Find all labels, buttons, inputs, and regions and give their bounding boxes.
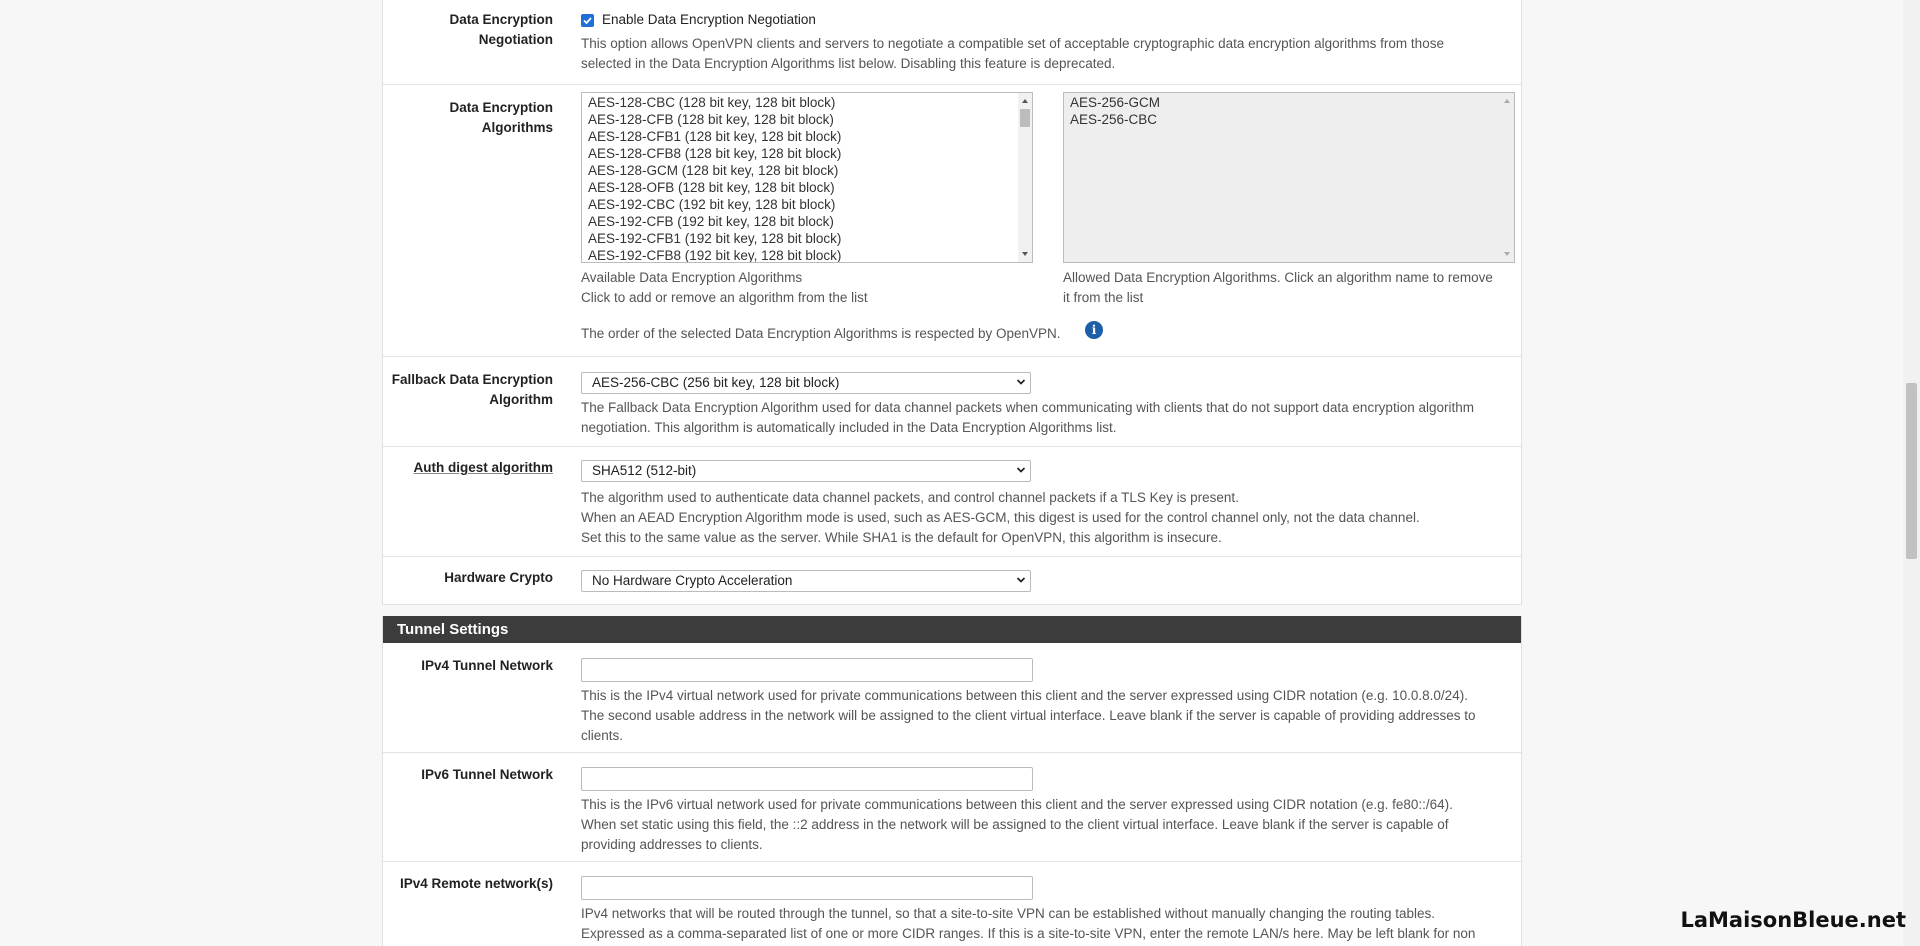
fallback-algorithm-value: AES-256-CBC (256 bit key, 128 bit block) xyxy=(592,375,840,390)
label-fallback-algorithm: Fallback Data Encryption Algorithm xyxy=(391,372,553,407)
allowed-algorithms-items: AES-256-GCM AES-256-CBC xyxy=(1070,94,1160,128)
settings-panel: Data Encryption Negotiation Enable Data … xyxy=(382,0,1522,946)
chevron-down-icon xyxy=(1016,577,1026,583)
ipv6-tunnel-input[interactable] xyxy=(581,767,1033,791)
hardware-crypto-value: No Hardware Crypto Acceleration xyxy=(592,573,793,588)
available-algorithm-option[interactable]: AES-128-GCM (128 bit key, 128 bit block) xyxy=(588,162,841,179)
algorithm-order-note: The order of the selected Data Encryptio… xyxy=(581,326,1061,341)
auth-digest-help: The algorithm used to authenticate data … xyxy=(581,490,1420,545)
hardware-crypto-select[interactable]: No Hardware Crypto Acceleration xyxy=(581,570,1031,592)
label-ipv6-tunnel: IPv6 Tunnel Network xyxy=(421,767,553,782)
label-ipv4-remote: IPv4 Remote network(s) xyxy=(399,876,553,891)
row-hardware-crypto: Hardware Crypto No Hardware Crypto Accel… xyxy=(383,556,1521,605)
auth-digest-select[interactable]: SHA512 (512-bit) xyxy=(581,460,1031,482)
ipv6-tunnel-help: This is the IPv6 virtual network used fo… xyxy=(581,797,1453,852)
allowed-algorithm-option[interactable]: AES-256-GCM xyxy=(1070,94,1160,111)
ipv4-remote-help: IPv4 networks that will be routed throug… xyxy=(581,906,1476,941)
label-ipv4-tunnel: IPv4 Tunnel Network xyxy=(421,658,553,673)
page-scroll-thumb[interactable] xyxy=(1906,383,1917,559)
page-scrollbar[interactable] xyxy=(1903,0,1920,946)
available-list-scrollbar[interactable] xyxy=(1018,93,1032,262)
ipv4-remote-input[interactable] xyxy=(581,876,1033,900)
available-algorithms-list[interactable]: AES-128-CBC (128 bit key, 128 bit block)… xyxy=(581,92,1033,263)
available-algorithms-items: AES-128-CBC (128 bit key, 128 bit block)… xyxy=(588,94,841,262)
available-algorithm-option[interactable]: AES-128-OFB (128 bit key, 128 bit block) xyxy=(588,179,841,196)
section-title-tunnel-settings: Tunnel Settings xyxy=(383,616,1521,643)
allowed-algorithm-option[interactable]: AES-256-CBC xyxy=(1070,111,1160,128)
label-auth-digest[interactable]: Auth digest algorithm xyxy=(383,458,554,478)
scroll-thumb[interactable] xyxy=(1020,109,1030,127)
available-algorithm-option[interactable]: AES-128-CBC (128 bit key, 128 bit block) xyxy=(588,94,841,111)
row-auth-digest: Auth digest algorithm SHA512 (512-bit) T… xyxy=(383,446,1521,557)
chevron-down-icon xyxy=(1016,379,1026,385)
available-algorithm-option[interactable]: AES-128-CFB (128 bit key, 128 bit block) xyxy=(588,111,841,128)
row-ipv4-tunnel: IPv4 Tunnel Network This is the IPv4 vir… xyxy=(383,643,1521,753)
scroll-up-icon[interactable] xyxy=(1022,99,1028,103)
label-encryption-algorithms: Data Encryption Algorithms xyxy=(449,100,553,135)
fallback-algorithm-help: The Fallback Data Encryption Algorithm u… xyxy=(581,400,1474,435)
scroll-down-icon[interactable] xyxy=(1022,252,1028,256)
encryption-negotiation-help: This option allows OpenVPN clients and s… xyxy=(581,36,1444,71)
check-icon xyxy=(583,17,592,25)
row-encryption-negotiation: Data Encryption Negotiation Enable Data … xyxy=(383,0,1521,85)
watermark: LaMaisonBleue.net xyxy=(1680,908,1906,932)
allowed-algorithms-list[interactable]: AES-256-GCM AES-256-CBC xyxy=(1063,92,1515,263)
available-algorithm-option[interactable]: AES-192-CFB1 (192 bit key, 128 bit block… xyxy=(588,230,841,247)
available-algorithm-option[interactable]: AES-128-CFB1 (128 bit key, 128 bit block… xyxy=(588,128,841,145)
encryption-negotiation-checkbox-label[interactable]: Enable Data Encryption Negotiation xyxy=(602,10,816,30)
available-algorithm-option[interactable]: AES-192-CFB8 (192 bit key, 128 bit block… xyxy=(588,247,841,262)
row-encryption-algorithms: Data Encryption Algorithms AES-128-CBC (… xyxy=(383,84,1521,357)
available-algorithm-option[interactable]: AES-128-CFB8 (128 bit key, 128 bit block… xyxy=(588,145,841,162)
allowed-list-scrollbar xyxy=(1500,93,1514,262)
ipv4-tunnel-input[interactable] xyxy=(581,658,1033,682)
info-icon[interactable]: i xyxy=(1085,321,1103,339)
chevron-down-icon xyxy=(1016,467,1026,473)
row-ipv6-tunnel: IPv6 Tunnel Network This is the IPv6 vir… xyxy=(383,752,1521,862)
section-gap xyxy=(382,605,1522,616)
encryption-negotiation-checkbox[interactable] xyxy=(581,14,594,27)
fallback-algorithm-select[interactable]: AES-256-CBC (256 bit key, 128 bit block) xyxy=(581,372,1031,394)
scroll-down-icon xyxy=(1504,252,1510,256)
auth-digest-value: SHA512 (512-bit) xyxy=(592,463,697,478)
row-ipv4-remote: IPv4 Remote network(s) IPv4 networks tha… xyxy=(383,861,1521,946)
allowed-algorithms-help: Allowed Data Encryption Algorithms. Clic… xyxy=(1063,270,1493,305)
available-algorithm-option[interactable]: AES-192-CBC (192 bit key, 128 bit block) xyxy=(588,196,841,213)
available-algorithm-option[interactable]: AES-192-CFB (192 bit key, 128 bit block) xyxy=(588,213,841,230)
scroll-up-icon xyxy=(1504,99,1510,103)
label-hardware-crypto: Hardware Crypto xyxy=(444,570,553,585)
label-encryption-negotiation: Data Encryption Negotiation xyxy=(449,12,553,47)
row-fallback-algorithm: Fallback Data Encryption Algorithm AES-2… xyxy=(383,356,1521,447)
available-algorithms-help: Available Data Encryption Algorithms Cli… xyxy=(581,270,868,305)
ipv4-tunnel-help: This is the IPv4 virtual network used fo… xyxy=(581,688,1476,743)
